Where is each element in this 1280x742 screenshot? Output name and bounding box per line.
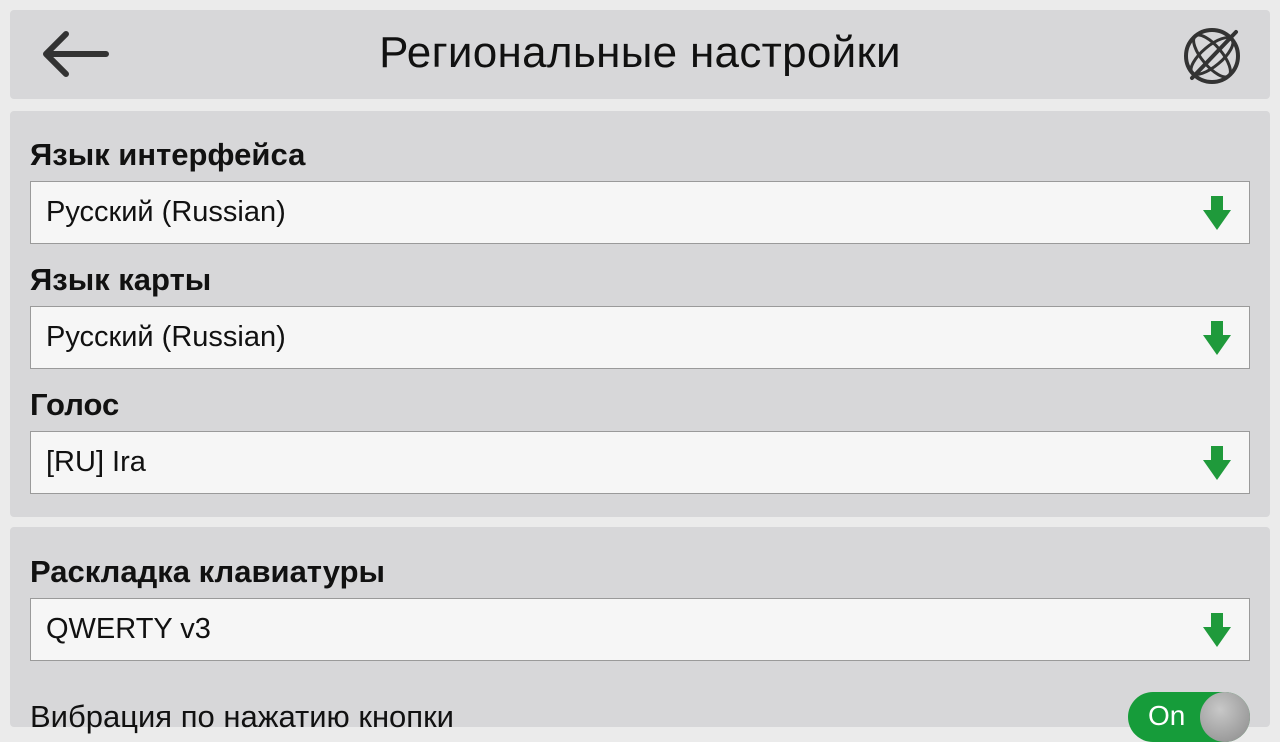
language-settings-panel: Язык интерфейса Русский (Russian) Язык к… — [10, 111, 1270, 517]
keyboard-layout-value: QWERTY v3 — [46, 613, 211, 645]
map-language-label: Язык карты — [30, 262, 212, 297]
dropdown-arrow-icon — [1203, 196, 1231, 230]
map-language-value: Русский (Russian) — [46, 321, 286, 353]
map-button[interactable] — [1180, 24, 1244, 88]
vibration-label: Вибрация по нажатию кнопки — [30, 699, 454, 734]
dropdown-arrow-icon — [1203, 321, 1231, 355]
dropdown-arrow-icon — [1203, 446, 1231, 480]
dropdown-arrow-icon — [1203, 613, 1231, 647]
interface-language-value: Русский (Russian) — [46, 196, 286, 228]
map-language-select[interactable]: Русский (Russian) — [30, 306, 1250, 369]
crossed-globe-icon — [1184, 28, 1240, 84]
top-bar: Региональные настройки — [10, 10, 1270, 99]
vibration-toggle[interactable]: On — [1128, 692, 1250, 742]
voice-select[interactable]: [RU] Ira — [30, 431, 1250, 494]
page-title: Региональные настройки — [379, 28, 901, 77]
keyboard-settings-panel: Раскладка клавиатуры QWERTY v3 Вибрация … — [10, 527, 1270, 742]
interface-language-select[interactable]: Русский (Russian) — [30, 181, 1250, 244]
keyboard-layout-select[interactable]: QWERTY v3 — [30, 598, 1250, 661]
toggle-knob[interactable] — [1200, 692, 1250, 742]
toggle-state-text: On — [1148, 700, 1186, 731]
interface-language-label: Язык интерфейса — [30, 137, 306, 172]
voice-value: [RU] Ira — [46, 446, 146, 478]
keyboard-layout-label: Раскладка клавиатуры — [30, 554, 386, 589]
voice-label: Голос — [30, 387, 120, 422]
